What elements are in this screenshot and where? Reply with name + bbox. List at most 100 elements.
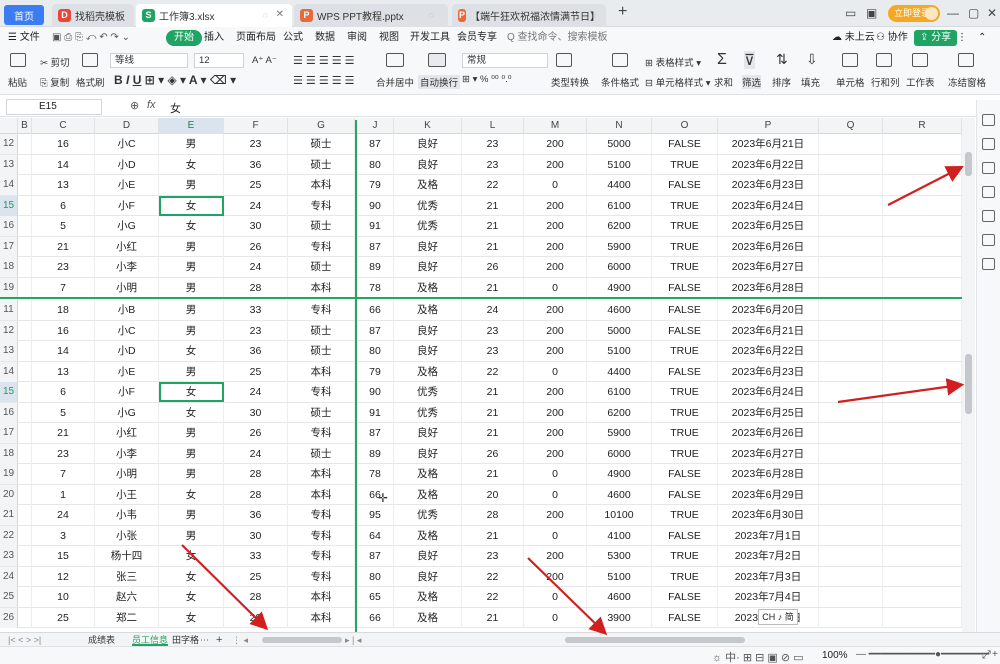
cell-p[interactable]: 2023年6月27日 — [718, 257, 819, 277]
cell-o[interactable]: FALSE — [652, 361, 718, 382]
cell-q[interactable] — [819, 566, 883, 587]
cell-n[interactable]: 5300 — [587, 546, 652, 566]
status-icons[interactable]: ☼ 中· ⊞ ⊟ ▣ ⊘ ▭ — [712, 649, 804, 664]
merge-button[interactable]: 合并居中 — [376, 75, 414, 89]
cell-k[interactable]: 及格 — [394, 525, 462, 546]
cell-c[interactable]: 15 — [32, 546, 95, 566]
quick-access-icons[interactable]: ▣ ⎙ ⎘ ⤺ ↶ ↷ ⌄ — [52, 30, 130, 46]
cell-p[interactable]: 2023年6月24日 — [718, 195, 819, 216]
cell-m[interactable]: 200 — [524, 566, 587, 587]
cell-g[interactable]: 硕士 — [288, 402, 355, 423]
cell-b[interactable] — [18, 134, 32, 154]
cell-l[interactable]: 20 — [462, 484, 524, 505]
cell-m[interactable]: 200 — [524, 505, 587, 525]
cell-p[interactable]: 2023年6月21日 — [718, 134, 819, 154]
cell-g[interactable]: 专科 — [288, 195, 355, 216]
cell-j[interactable]: 66 — [357, 484, 394, 505]
cell-p[interactable]: 2023年7月3日 — [718, 566, 819, 587]
filter-button[interactable]: 筛选 — [742, 75, 762, 89]
cell-b[interactable] — [18, 195, 32, 216]
cond-format-button[interactable]: 条件格式 — [601, 75, 639, 89]
cell-b[interactable] — [18, 443, 32, 464]
column-header-d[interactable]: D — [95, 118, 159, 134]
cell-o[interactable]: TRUE — [652, 423, 718, 443]
cell-l[interactable]: 21 — [462, 236, 524, 257]
layout-icon[interactable]: ▭ — [845, 6, 856, 20]
sort-icon[interactable]: ⇅ — [776, 51, 788, 68]
cell-k[interactable]: 良好 — [394, 257, 462, 277]
cell-e[interactable]: 女 — [159, 402, 224, 423]
cell-d[interactable]: 小G — [95, 216, 159, 236]
collab-button[interactable]: ⚇ 协作 — [876, 30, 908, 46]
cell-j[interactable]: 87 — [357, 546, 394, 566]
cell-o[interactable]: FALSE — [652, 525, 718, 546]
cell-k[interactable]: 良好 — [394, 566, 462, 587]
cell-f[interactable]: 23 — [224, 320, 288, 341]
cell-c[interactable]: 16 — [32, 320, 95, 341]
sheet-tab[interactable]: 成绩表 — [88, 634, 115, 646]
column-header-f[interactable]: F — [224, 118, 288, 134]
cell-r[interactable] — [883, 443, 962, 464]
cell-q[interactable] — [819, 607, 883, 628]
cell-j[interactable]: 90 — [357, 382, 394, 402]
sum-button[interactable]: 求和 — [714, 75, 733, 89]
book-icon[interactable] — [982, 258, 995, 270]
cell-b[interactable] — [18, 361, 32, 382]
location-icon[interactable] — [982, 234, 995, 246]
cell-j[interactable]: 65 — [357, 587, 394, 607]
row-number[interactable]: 12 — [0, 134, 18, 154]
cell-m[interactable]: 200 — [524, 236, 587, 257]
cell-k[interactable]: 良好 — [394, 341, 462, 361]
command-search[interactable]: Q 查找命令、搜索模板 — [507, 30, 608, 46]
type-convert-button[interactable]: 类型转换 — [551, 75, 589, 89]
cell-c[interactable]: 14 — [32, 341, 95, 361]
cell-o[interactable]: TRUE — [652, 154, 718, 175]
cell-g[interactable]: 专科 — [288, 382, 355, 402]
cell-c[interactable]: 25 — [32, 607, 95, 628]
cell-m[interactable]: 200 — [524, 443, 587, 464]
new-tab-button[interactable]: + — [618, 3, 627, 21]
cell-k[interactable]: 及格 — [394, 300, 462, 320]
cell-c[interactable]: 13 — [32, 175, 95, 195]
cell-e[interactable]: 女 — [159, 341, 224, 361]
sheet-icon[interactable] — [912, 53, 928, 67]
row-number[interactable]: 14 — [0, 175, 18, 195]
tab-ppt[interactable]: P WPS PPT教程.pptx ◌ — [294, 4, 448, 27]
cell-d[interactable]: 小E — [95, 361, 159, 382]
cell-d[interactable]: 杨十四 — [95, 546, 159, 566]
zoom-formula-icon[interactable]: ⊕ — [130, 99, 139, 112]
font-style-icons[interactable]: B I U ⊞ ▾ ◈ ▾ A ▾ ⌫ ▾ — [114, 73, 236, 87]
cell-c[interactable]: 6 — [32, 195, 95, 216]
cell-f[interactable]: 24 — [224, 443, 288, 464]
cell-m[interactable]: 200 — [524, 216, 587, 236]
cursor-icon[interactable] — [982, 138, 995, 150]
cell-d[interactable]: 小D — [95, 341, 159, 361]
cell-q[interactable] — [819, 505, 883, 525]
cell-d[interactable]: 小红 — [95, 423, 159, 443]
cell-e[interactable]: 女 — [159, 382, 224, 402]
cell-m[interactable]: 200 — [524, 320, 587, 341]
cell-g[interactable]: 专科 — [288, 566, 355, 587]
cell-q[interactable] — [819, 587, 883, 607]
cell-g[interactable]: 硕士 — [288, 154, 355, 175]
cell-j[interactable]: 91 — [357, 402, 394, 423]
cell-l[interactable]: 26 — [462, 257, 524, 277]
cell-r[interactable] — [883, 382, 962, 402]
number-format-select[interactable]: 常规 — [462, 53, 548, 68]
cell-j[interactable]: 78 — [357, 464, 394, 484]
row-number[interactable]: 17 — [0, 236, 18, 257]
cell-p[interactable]: 2023年6月22日 — [718, 341, 819, 361]
menu-layout[interactable]: 页面布局 — [236, 30, 276, 46]
cell-e[interactable]: 男 — [159, 300, 224, 320]
row-number[interactable]: 19 — [0, 277, 18, 298]
cell-e[interactable]: 女 — [159, 195, 224, 216]
cell-e[interactable]: 男 — [159, 257, 224, 277]
cell-r[interactable] — [883, 257, 962, 277]
cell-o[interactable]: FALSE — [652, 134, 718, 154]
cell-r[interactable] — [883, 236, 962, 257]
formula-input[interactable]: 女 — [170, 100, 181, 116]
cell-r[interactable] — [883, 587, 962, 607]
cell-m[interactable]: 200 — [524, 154, 587, 175]
sum-icon[interactable]: Σ — [717, 51, 727, 69]
cell-g[interactable]: 本科 — [288, 484, 355, 505]
